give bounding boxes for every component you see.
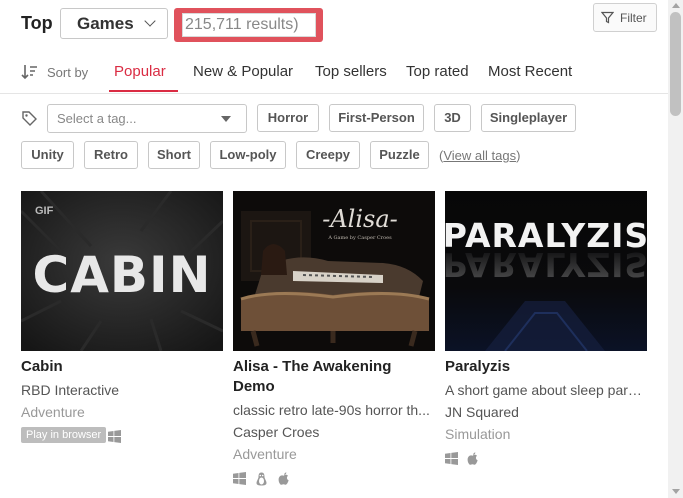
tag-short[interactable]: Short xyxy=(148,141,200,169)
tag-singleplayer[interactable]: Singleplayer xyxy=(481,104,576,132)
game-description: A short game about sleep paral... xyxy=(445,382,647,398)
game-title-cabin[interactable]: Cabin xyxy=(21,357,63,377)
page-title: Top xyxy=(21,13,53,33)
platform-icons xyxy=(233,470,295,488)
tag-icon xyxy=(22,111,37,126)
tag-retro[interactable]: Retro xyxy=(84,141,138,169)
game-title-paralyzis[interactable]: Paralyzis xyxy=(445,357,510,377)
thumb-title-alisa: -Alisa- xyxy=(322,205,398,233)
sort-by-label: Sort by xyxy=(47,65,89,80)
tag-first-person[interactable]: First-Person xyxy=(329,104,424,132)
sort-icon xyxy=(21,65,37,80)
tag-horror[interactable]: Horror xyxy=(257,104,319,132)
game-thumbnail-alisa[interactable]: -Alisa- A Game by Casper Croes xyxy=(233,191,435,351)
active-tab-indicator xyxy=(109,90,178,92)
tag-creepy[interactable]: Creepy xyxy=(296,141,360,169)
game-genre: Simulation xyxy=(445,426,511,442)
thumb-subtitle-alisa: A Game by Casper Croes xyxy=(327,235,392,241)
game-genre: Adventure xyxy=(21,404,85,420)
tag-select-dropdown[interactable]: Select a tag... xyxy=(47,104,247,133)
apple-icon xyxy=(468,452,479,465)
platform-icons xyxy=(445,450,484,468)
tag-low-poly[interactable]: Low-poly xyxy=(210,141,286,169)
caret-down-icon xyxy=(221,116,231,122)
divider xyxy=(0,93,668,94)
apple-icon xyxy=(278,472,289,485)
tab-most-recent[interactable]: Most Recent xyxy=(488,63,572,80)
thumb-title-cabin: CABIN xyxy=(33,246,212,304)
game-thumbnail-cabin[interactable]: GIF CABIN xyxy=(21,191,223,351)
filter-icon xyxy=(601,11,614,24)
tag-3d[interactable]: 3D xyxy=(434,104,471,132)
game-thumbnail-paralyzis[interactable]: PARALYZIS PARALYZIS xyxy=(445,191,647,351)
game-author[interactable]: JN Squared xyxy=(445,403,647,421)
gif-badge: GIF xyxy=(35,205,54,217)
filter-label: Filter xyxy=(620,10,647,25)
view-all-tags-link[interactable]: View all tags xyxy=(443,148,516,163)
category-label: Games xyxy=(77,13,134,33)
scrollbar-thumb[interactable] xyxy=(670,12,681,116)
filter-button[interactable]: Filter xyxy=(593,3,657,32)
results-count: 215,711 results) xyxy=(182,13,316,37)
play-in-browser-badge: Play in browser xyxy=(21,427,107,443)
chevron-down-icon xyxy=(144,15,156,27)
windows-icon xyxy=(233,472,246,486)
game-genre: Adventure xyxy=(233,446,297,462)
tab-new-popular[interactable]: New & Popular xyxy=(193,63,293,80)
tab-top-rated[interactable]: Top rated xyxy=(406,63,469,80)
game-author[interactable]: Casper Croes xyxy=(233,423,433,441)
scroll-up-arrow-icon[interactable] xyxy=(672,3,680,8)
thumb-title-reflection: PARALYZIS xyxy=(445,245,647,284)
linux-icon xyxy=(256,472,267,486)
windows-icon xyxy=(108,430,121,443)
game-description: classic retro late-90s horror th... xyxy=(233,402,430,418)
scroll-down-arrow-icon[interactable] xyxy=(672,489,680,494)
game-title-alisa[interactable]: Alisa - The Awakening Demo xyxy=(233,357,433,397)
game-author[interactable]: RBD Interactive xyxy=(21,381,223,399)
tag-select-placeholder: Select a tag... xyxy=(57,111,137,126)
tab-popular[interactable]: Popular xyxy=(114,63,166,80)
category-dropdown[interactable]: Games xyxy=(60,8,168,39)
tag-puzzle[interactable]: Puzzle xyxy=(370,141,429,169)
tab-top-sellers[interactable]: Top sellers xyxy=(315,63,387,80)
windows-icon xyxy=(445,452,458,466)
tag-unity[interactable]: Unity xyxy=(21,141,74,169)
